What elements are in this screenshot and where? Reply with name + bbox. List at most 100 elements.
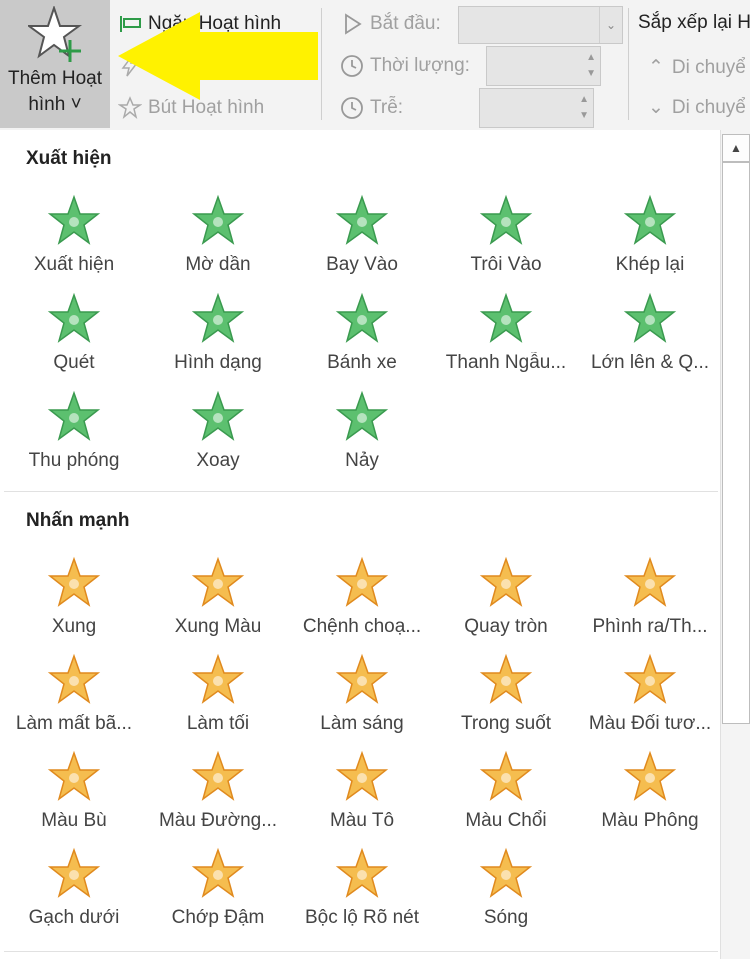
animation-effect-item[interactable]: Trôi Vào: [434, 194, 578, 286]
animation-effect-label: Lớn lên & Q...: [590, 352, 710, 373]
delay-clock-icon: [341, 97, 363, 119]
star-lighten-icon: [335, 653, 389, 704]
star-grow-shrink-icon: [623, 556, 677, 607]
start-label: Bắt đầu:: [370, 13, 441, 34]
start-field-label: Bắt đầu:: [340, 12, 441, 36]
animation-effect-label: Phình ra/Th...: [592, 616, 708, 637]
scrollbar-thumb[interactable]: [722, 162, 750, 724]
star-complementary-color-icon: [47, 750, 101, 801]
animation-effect-label: Gạch dưới: [28, 907, 120, 928]
spin-down-icon[interactable]: ▼: [586, 69, 596, 79]
star-underline-icon: [47, 847, 101, 898]
animation-effect-item[interactable]: Màu Đối tươ...: [578, 653, 722, 745]
star-line-color-icon: [191, 750, 245, 801]
animation-effect-item[interactable]: Màu Chổi: [434, 750, 578, 842]
animation-effect-item[interactable]: Thanh Ngẫu...: [434, 292, 578, 384]
move-later-button[interactable]: ⌄ Di chuyể: [648, 96, 746, 119]
animation-effect-item[interactable]: Màu Bù: [2, 750, 146, 842]
animation-effect-item[interactable]: Nảy: [290, 390, 434, 482]
chevron-down-icon: ⌄: [599, 7, 622, 43]
spin-down-icon[interactable]: ▼: [579, 111, 589, 121]
animation-effect-item[interactable]: Trong suốt: [434, 653, 578, 745]
animation-effect-item[interactable]: Khép lại: [578, 194, 722, 286]
animation-effect-item[interactable]: Chớp Đậm: [146, 847, 290, 939]
animation-effect-item[interactable]: Màu Phông: [578, 750, 722, 842]
move-earlier-label: Di chuyể: [671, 56, 746, 78]
animation-effect-label: Màu Tô: [329, 810, 395, 831]
chevron-up-icon: ⌃: [648, 57, 664, 78]
star-grow-turn-icon: [623, 292, 677, 343]
animation-effect-label: Làm mất bã...: [15, 713, 133, 734]
delay-spinner[interactable]: ▲ ▼: [479, 88, 594, 128]
animation-effect-item[interactable]: Xung: [2, 556, 146, 648]
animation-effect-item[interactable]: Sóng: [434, 847, 578, 939]
star-spin-icon: [479, 556, 533, 607]
animation-effect-item[interactable]: Xung Màu: [146, 556, 290, 648]
animation-effect-item[interactable]: Gạch dưới: [2, 847, 146, 939]
add-animation-star-icon: [28, 6, 83, 62]
star-zoom-icon: [47, 390, 101, 441]
move-earlier-button[interactable]: ⌃ Di chuyể: [648, 56, 746, 79]
duration-spinner[interactable]: ▲ ▼: [486, 46, 601, 86]
duration-field-label: Thời lượng:: [340, 54, 470, 78]
star-transparency-icon: [479, 653, 533, 704]
section-divider: [4, 951, 718, 952]
star-pulse-icon: [47, 556, 101, 607]
star-font-color-icon: [623, 750, 677, 801]
section-title: Nhấn mạnh: [26, 510, 130, 531]
star-teeter-icon: [335, 556, 389, 607]
play-icon: [345, 13, 362, 35]
animation-effect-label: Màu Chổi: [465, 810, 547, 831]
animation-effect-item[interactable]: Làm mất bã...: [2, 653, 146, 745]
star-bold-reveal-icon: [335, 847, 389, 898]
animation-effect-label: Màu Bù: [41, 810, 107, 831]
delay-label: Trễ:: [370, 97, 404, 118]
animation-painter-label: Bút Hoạt hình: [148, 97, 265, 118]
animation-effect-item[interactable]: Hình dạng: [146, 292, 290, 384]
animation-effect-item[interactable]: Quét: [2, 292, 146, 384]
animation-effect-item[interactable]: Mờ dần: [146, 194, 290, 286]
animation-effect-label: Xuất hiện: [33, 254, 115, 275]
animation-effect-item[interactable]: Lớn lên & Q...: [578, 292, 722, 384]
animation-effect-label: Thanh Ngẫu...: [445, 352, 567, 373]
scroll-up-button[interactable]: ▲: [722, 134, 750, 162]
star-swivel-icon: [191, 390, 245, 441]
animation-effect-item[interactable]: Làm sáng: [290, 653, 434, 745]
animation-effect-label: Làm sáng: [320, 713, 404, 734]
animation-effect-item[interactable]: Chệnh choạ...: [290, 556, 434, 648]
start-dropdown[interactable]: ⌄: [458, 6, 623, 44]
animation-effect-item[interactable]: Quay tròn: [434, 556, 578, 648]
animation-effect-label: Màu Phông: [601, 810, 699, 831]
chevron-down-icon: ⌄: [648, 97, 664, 118]
star-object-color-icon: [623, 653, 677, 704]
add-animation-label-line2: hình ˅: [28, 94, 82, 115]
animation-effect-item[interactable]: Phình ra/Th...: [578, 556, 722, 648]
animation-effect-item[interactable]: Bộc lộ Rõ nét: [290, 847, 434, 939]
star-split-icon: [623, 194, 677, 245]
star-shape-icon: [191, 292, 245, 343]
clock-icon: [341, 55, 363, 77]
animation-effect-item[interactable]: Làm tối: [146, 653, 290, 745]
star-darken-icon: [191, 653, 245, 704]
animation-effect-label: Xung: [51, 616, 97, 637]
animation-ribbon: Thêm Hoạt hình ˅ Ngăn Hoạt hình T Bút Ho…: [0, 0, 750, 131]
star-wheel-icon: [335, 292, 389, 343]
animation-effect-item[interactable]: Xoay: [146, 390, 290, 482]
star-wave-icon: [479, 847, 533, 898]
star-fill-color-icon: [335, 750, 389, 801]
animation-effect-item[interactable]: Thu phóng: [2, 390, 146, 482]
add-animation-button[interactable]: Thêm Hoạt hình ˅: [0, 0, 110, 128]
animation-effect-label: Xung Màu: [174, 616, 262, 637]
animation-effect-item[interactable]: Xuất hiện: [2, 194, 146, 286]
star-burst-icon: [47, 194, 101, 245]
animation-effect-item[interactable]: Bay Vào: [290, 194, 434, 286]
animation-effect-item[interactable]: Bánh xe: [290, 292, 434, 384]
animation-effect-item[interactable]: Màu Đường...: [146, 750, 290, 842]
spin-up-icon[interactable]: ▲: [586, 53, 596, 63]
spin-up-icon[interactable]: ▲: [579, 95, 589, 105]
animation-effect-label: Trôi Vào: [470, 254, 542, 275]
ribbon-separator: [321, 8, 322, 120]
animation-effect-label: Mờ dần: [185, 254, 251, 275]
animation-effect-item[interactable]: Màu Tô: [290, 750, 434, 842]
animation-effect-label: Màu Đường...: [158, 810, 278, 831]
